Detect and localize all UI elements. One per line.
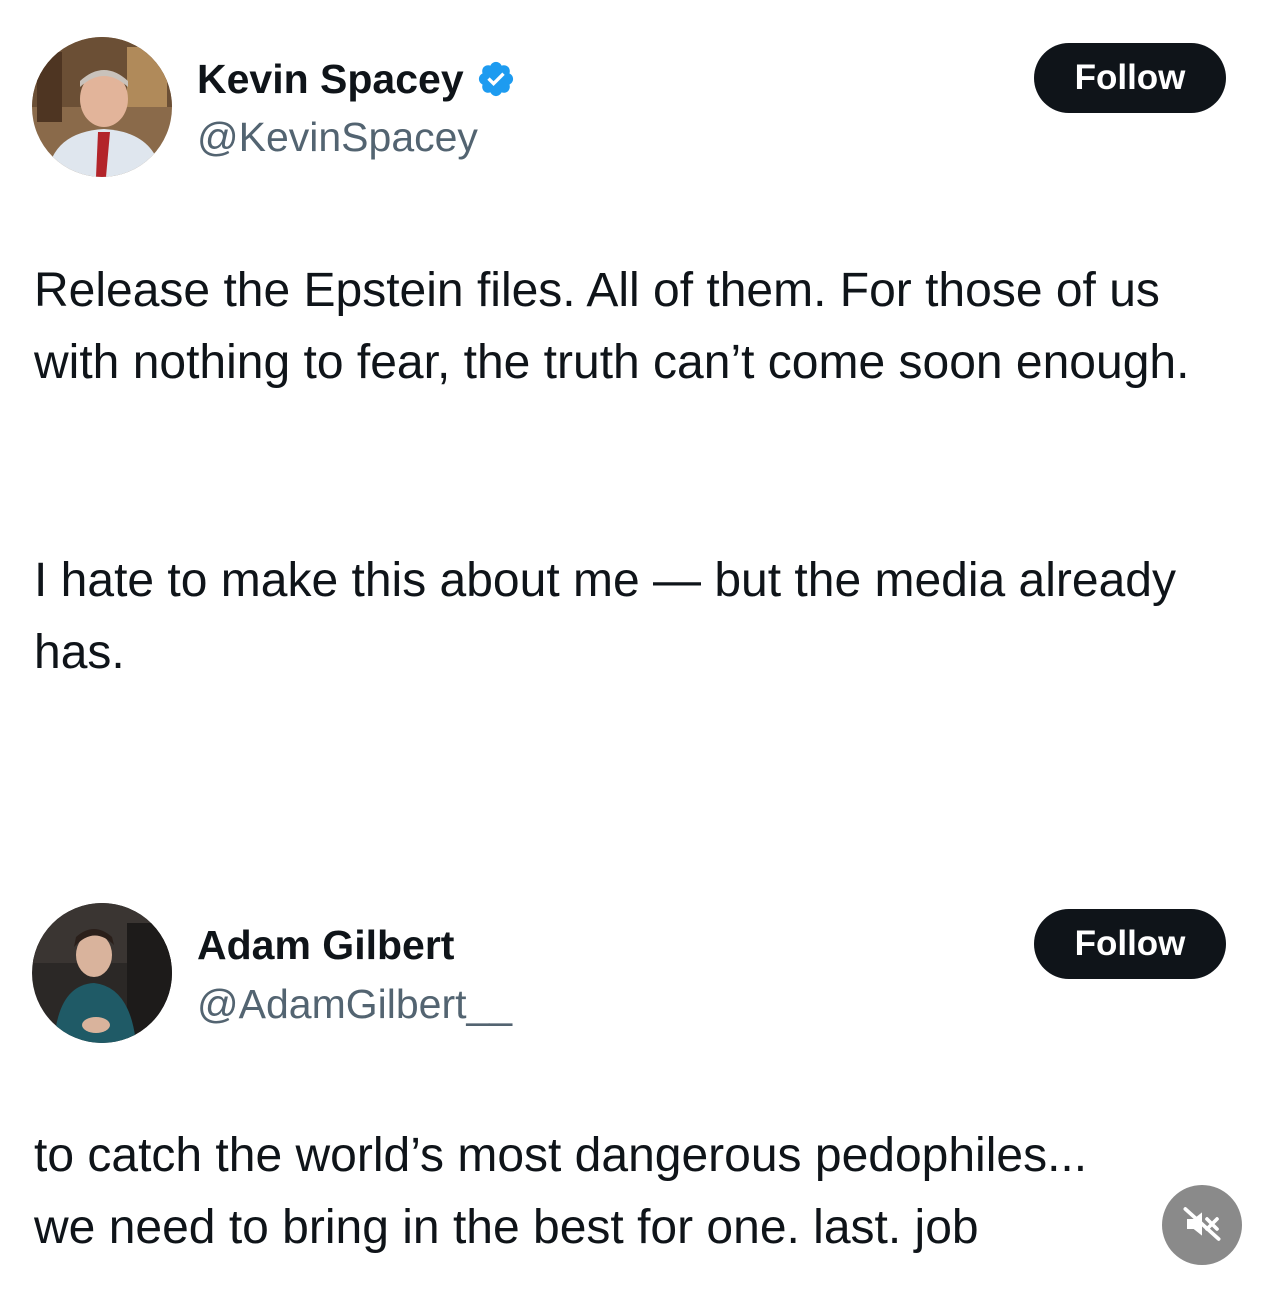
follow-button[interactable]: Follow bbox=[1034, 909, 1226, 979]
user-handle[interactable]: @AdamGilbert__ bbox=[197, 980, 512, 1028]
display-name[interactable]: Kevin Spacey bbox=[197, 55, 464, 103]
display-name[interactable]: Adam Gilbert bbox=[197, 921, 454, 969]
avatar[interactable] bbox=[32, 37, 172, 177]
user-handle[interactable]: @KevinSpacey bbox=[197, 113, 478, 161]
display-name-row: Kevin Spacey bbox=[197, 55, 516, 103]
mute-toggle-button[interactable] bbox=[1162, 1185, 1242, 1265]
follow-button[interactable]: Follow bbox=[1034, 43, 1226, 113]
display-name-row: Adam Gilbert bbox=[197, 921, 454, 969]
avatar[interactable] bbox=[32, 903, 172, 1043]
tweet-text-paragraph: to catch the world’s most dangerous pedo… bbox=[34, 1129, 1088, 1254]
avatar-image bbox=[32, 37, 172, 177]
speaker-muted-icon bbox=[1182, 1204, 1222, 1247]
tweet-text-paragraph: I hate to make this about me — but the m… bbox=[34, 554, 1176, 679]
avatar-image bbox=[32, 903, 172, 1043]
tweet-text-paragraph: Release the Epstein files. All of them. … bbox=[34, 264, 1190, 389]
verified-badge-icon bbox=[476, 59, 516, 99]
